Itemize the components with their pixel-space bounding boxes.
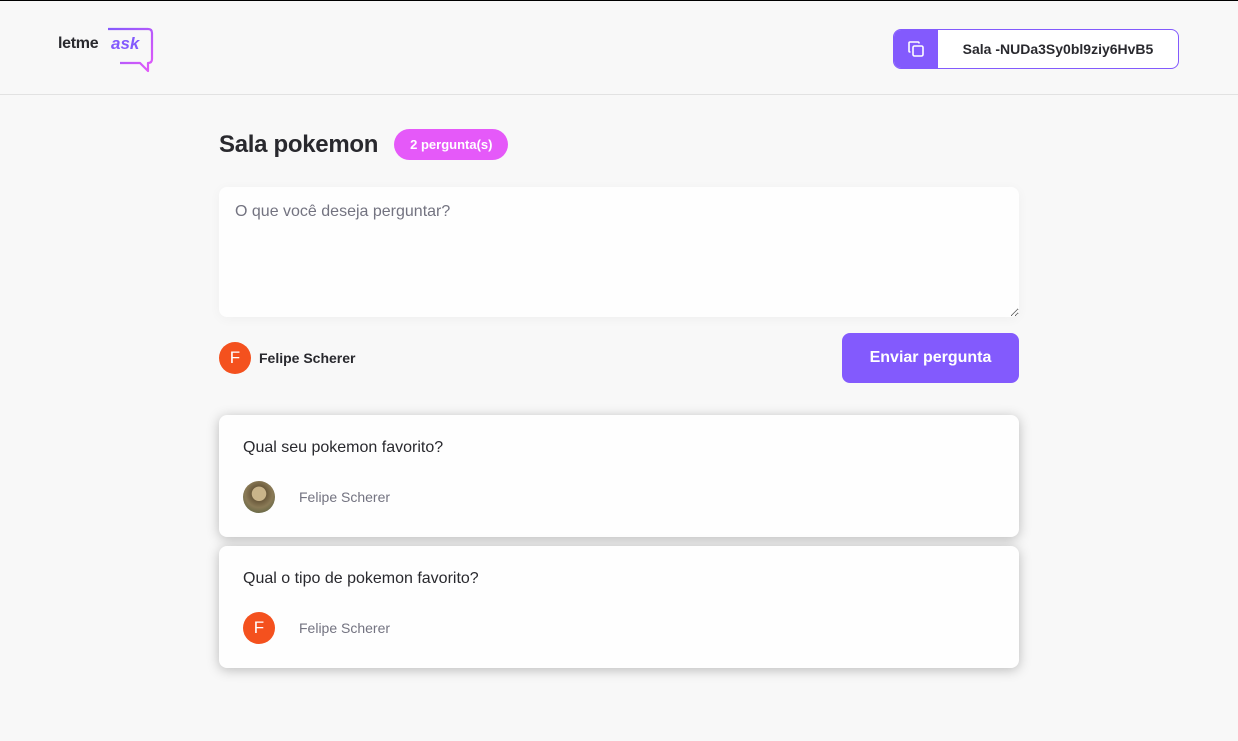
question-text: Qual o tipo de pokemon favorito?	[243, 570, 479, 587]
room-code-text: Sala -NUDa3Sy0bl9ziy6HvB5	[962, 41, 1154, 57]
question-footer: Felipe Scherer	[243, 481, 390, 513]
page-header: letme ask Sala -NUDa3Sy0bl9ziy6HvB5	[0, 1, 1238, 95]
author-avatar-photo	[243, 481, 275, 513]
user-name: Felipe Scherer	[259, 350, 356, 366]
room-title: Sala pokemon	[219, 130, 379, 158]
logo-text-ask: ask	[111, 34, 140, 53]
user-info: F Felipe Scherer	[219, 342, 356, 374]
form-footer: F Felipe Scherer Enviar pergunta	[219, 333, 1019, 383]
send-question-button[interactable]: Enviar pergunta	[842, 333, 1019, 383]
author-avatar: F	[243, 612, 275, 644]
question-count-badge: 2 pergunta(s)	[394, 129, 509, 160]
logo-text-letme: letme	[58, 35, 99, 52]
letmeask-logo[interactable]: letme ask	[58, 25, 158, 73]
copy-icon-box	[894, 30, 938, 68]
question-card: Qual seu pokemon favorito? Felipe Schere…	[219, 415, 1019, 537]
question-card: Qual o tipo de pokemon favorito? F Felip…	[219, 546, 1019, 668]
question-author: Felipe Scherer	[299, 620, 391, 636]
question-input[interactable]	[219, 187, 1019, 317]
question-text: Qual seu pokemon favorito?	[243, 439, 444, 456]
question-footer: F Felipe Scherer	[243, 612, 390, 644]
copy-icon	[908, 41, 924, 57]
question-author: Felipe Scherer	[299, 489, 391, 505]
room-title-row: Sala pokemon 2 pergunta(s)	[219, 129, 509, 160]
user-avatar: F	[219, 342, 251, 374]
copy-room-code-button[interactable]: Sala -NUDa3Sy0bl9ziy6HvB5	[893, 29, 1179, 69]
